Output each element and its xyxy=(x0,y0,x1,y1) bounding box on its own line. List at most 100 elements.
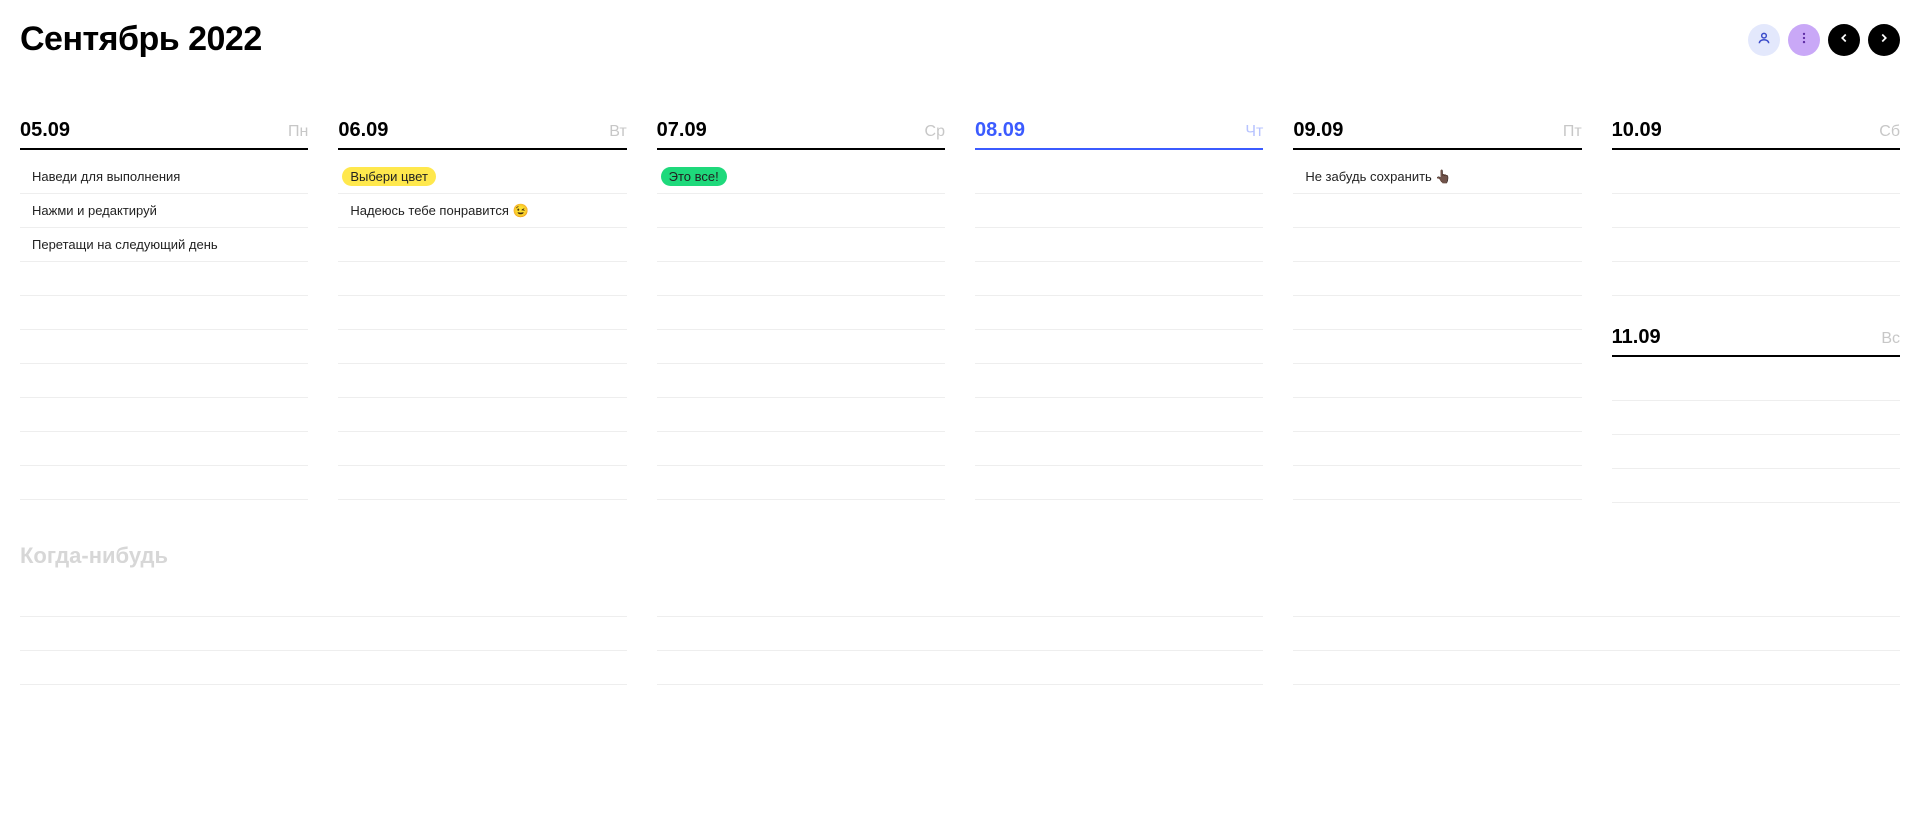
task-slot[interactable] xyxy=(20,432,308,466)
task-slot[interactable] xyxy=(1293,432,1581,466)
task-slot[interactable] xyxy=(338,398,626,432)
someday-slot[interactable] xyxy=(657,617,1264,651)
task-slot[interactable] xyxy=(1293,194,1581,228)
someday-slot[interactable] xyxy=(657,651,1264,685)
task-slot[interactable] xyxy=(1293,228,1581,262)
task-text[interactable]: Нажми и редактируй xyxy=(24,201,165,220)
task-slot[interactable] xyxy=(338,330,626,364)
someday-slot[interactable] xyxy=(20,617,627,651)
day-of-week: Сб xyxy=(1879,123,1900,141)
task-slot[interactable] xyxy=(20,466,308,500)
task-slot[interactable] xyxy=(975,364,1263,398)
task-slot[interactable] xyxy=(1293,364,1581,398)
someday-slot[interactable] xyxy=(20,651,627,685)
next-week-button[interactable] xyxy=(1868,24,1900,56)
task-text[interactable]: Это все! xyxy=(661,167,727,186)
prev-week-button[interactable] xyxy=(1828,24,1860,56)
page-title: Сентябрь 2022 xyxy=(20,20,262,59)
task-slot[interactable] xyxy=(338,364,626,398)
task-slot[interactable] xyxy=(975,330,1263,364)
profile-button[interactable] xyxy=(1748,24,1780,56)
task-slot[interactable]: Выбери цвет xyxy=(338,160,626,194)
task-slot[interactable] xyxy=(338,432,626,466)
someday-slot[interactable] xyxy=(1293,617,1900,651)
task-slot[interactable] xyxy=(20,364,308,398)
chevron-left-icon xyxy=(1837,31,1851,48)
task-slot[interactable] xyxy=(657,364,945,398)
task-text[interactable]: Наведи для выполнения xyxy=(24,167,188,186)
more-button[interactable] xyxy=(1788,24,1820,56)
person-icon xyxy=(1757,31,1771,48)
task-slot[interactable] xyxy=(1293,330,1581,364)
task-slot[interactable] xyxy=(975,398,1263,432)
someday-column xyxy=(657,583,1264,685)
task-slot[interactable] xyxy=(1293,262,1581,296)
someday-slot[interactable] xyxy=(1293,583,1900,617)
task-text[interactable]: Надеюсь тебе понравится 😉 xyxy=(342,201,536,221)
task-slot[interactable] xyxy=(1293,466,1581,500)
task-slot[interactable]: Надеюсь тебе понравится 😉 xyxy=(338,194,626,228)
task-slot[interactable] xyxy=(657,228,945,262)
task-slot[interactable] xyxy=(1612,228,1900,262)
day-header: 11.09Вс xyxy=(1612,326,1900,357)
day-date: 08.09 xyxy=(975,119,1025,142)
task-slot[interactable] xyxy=(1293,296,1581,330)
task-slot[interactable] xyxy=(1612,194,1900,228)
day-date: 05.09 xyxy=(20,119,70,142)
task-slot[interactable] xyxy=(338,262,626,296)
day-date: 10.09 xyxy=(1612,119,1662,142)
task-slot[interactable] xyxy=(20,262,308,296)
task-slot[interactable] xyxy=(20,398,308,432)
task-slot[interactable] xyxy=(1612,367,1900,401)
task-slot[interactable] xyxy=(657,432,945,466)
task-slot[interactable] xyxy=(338,466,626,500)
task-slot[interactable] xyxy=(1612,401,1900,435)
task-slot[interactable] xyxy=(975,228,1263,262)
task-text[interactable]: Перетащи на следующий день xyxy=(24,235,226,254)
day-of-week: Чт xyxy=(1245,123,1263,141)
week-grid: 05.09ПнНаведи для выполненияНажми и реда… xyxy=(20,119,1900,503)
task-slot[interactable] xyxy=(1612,435,1900,469)
someday-grid xyxy=(20,583,1900,685)
task-text[interactable]: Не забудь сохранить 👆🏿 xyxy=(1297,167,1459,187)
someday-slot[interactable] xyxy=(1293,651,1900,685)
task-slot[interactable]: Перетащи на следующий день xyxy=(20,228,308,262)
task-slot[interactable] xyxy=(975,194,1263,228)
task-slot[interactable] xyxy=(657,296,945,330)
task-slot[interactable]: Наведи для выполнения xyxy=(20,160,308,194)
task-slot[interactable] xyxy=(975,262,1263,296)
task-slots: Выбери цвет Надеюсь тебе понравится 😉 xyxy=(338,160,626,500)
day-of-week: Вс xyxy=(1881,330,1900,348)
someday-section: Когда-нибудь xyxy=(20,543,1900,685)
task-slot[interactable] xyxy=(975,466,1263,500)
task-slot[interactable] xyxy=(20,296,308,330)
task-slot[interactable] xyxy=(657,466,945,500)
day-column: 06.09ВтВыбери цветНадеюсь тебе понравитс… xyxy=(338,119,626,503)
task-slot[interactable] xyxy=(1612,160,1900,194)
task-slots xyxy=(1612,160,1900,296)
task-slot[interactable] xyxy=(657,262,945,296)
task-slot[interactable] xyxy=(657,330,945,364)
task-slot[interactable] xyxy=(1612,262,1900,296)
task-slot[interactable]: Не забудь сохранить 👆🏿 xyxy=(1293,160,1581,194)
task-slot[interactable] xyxy=(1612,469,1900,503)
task-slot[interactable] xyxy=(20,330,308,364)
task-slot[interactable] xyxy=(338,296,626,330)
day-header: 07.09Ср xyxy=(657,119,945,150)
day-date: 06.09 xyxy=(338,119,388,142)
task-slot[interactable] xyxy=(975,296,1263,330)
someday-slot[interactable] xyxy=(20,583,627,617)
task-slots xyxy=(975,160,1263,500)
task-slot[interactable] xyxy=(657,398,945,432)
task-slot[interactable] xyxy=(975,432,1263,466)
task-slot[interactable] xyxy=(1293,398,1581,432)
task-slot[interactable] xyxy=(975,160,1263,194)
task-slot[interactable]: Нажми и редактируй xyxy=(20,194,308,228)
task-slots: Наведи для выполнения Нажми и редактируй П… xyxy=(20,160,308,500)
task-text[interactable]: Выбери цвет xyxy=(342,167,436,186)
task-slot[interactable]: Это все! xyxy=(657,160,945,194)
someday-column xyxy=(20,583,627,685)
someday-slot[interactable] xyxy=(657,583,1264,617)
task-slot[interactable] xyxy=(338,228,626,262)
task-slot[interactable] xyxy=(657,194,945,228)
